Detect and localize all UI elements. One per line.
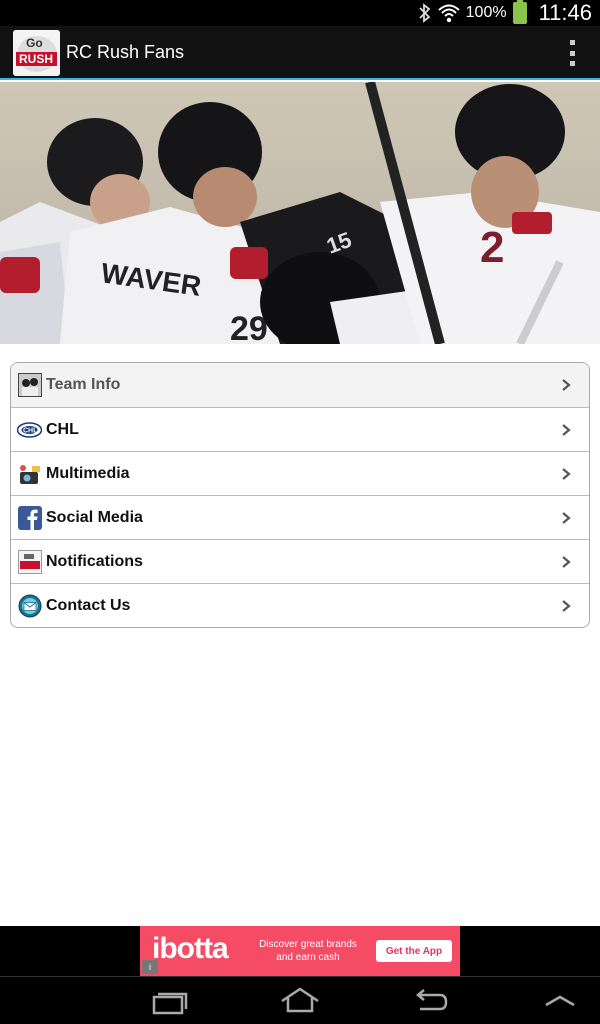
menu-item-notifications[interactable]: Notifications <box>11 539 589 583</box>
menu-item-label: Contact Us <box>46 596 131 614</box>
overflow-menu-icon[interactable] <box>568 40 576 66</box>
svg-text:CHL: CHL <box>23 427 38 434</box>
recent-apps-icon[interactable] <box>150 985 190 1017</box>
chevron-right-icon <box>562 468 571 480</box>
multimedia-icon <box>17 461 42 486</box>
ad-tagline-line1: Discover great brands <box>259 939 357 950</box>
battery-percent: 100% <box>465 4 507 21</box>
ad-banner[interactable]: ibotta Discover great brands and earn ca… <box>140 926 460 976</box>
team-photo-icon <box>17 373 42 398</box>
app-title: RC Rush Fans <box>66 42 185 62</box>
bluetooth-icon <box>419 3 431 23</box>
ad-tagline-line2: and earn cash <box>276 952 340 963</box>
menu-item-chl[interactable]: CHL CHL <box>11 407 589 451</box>
action-bar: Go RUSH RC Rush Fans <box>0 26 600 80</box>
chevron-right-icon <box>562 379 571 391</box>
hero-image: WAVER 29 15 2 <box>0 82 600 344</box>
chevron-right-icon <box>562 556 571 568</box>
chl-logo-icon: CHL <box>17 417 42 442</box>
home-icon[interactable] <box>280 985 320 1017</box>
menu-item-label: Team Info <box>46 376 121 393</box>
system-nav-bar <box>0 976 600 1024</box>
facebook-icon <box>17 505 42 530</box>
chevron-up-icon[interactable] <box>540 985 580 1017</box>
menu-item-team-info[interactable]: Team Info <box>11 363 589 407</box>
menu-item-social-media[interactable]: Social Media <box>11 495 589 539</box>
clock: 11:46 <box>538 0 592 25</box>
ad-brand: ibotta <box>152 932 229 965</box>
ad-bar: ibotta Discover great brands and earn ca… <box>0 926 600 976</box>
back-icon[interactable] <box>410 985 450 1017</box>
jersey-number: 2 <box>480 223 504 272</box>
logo-text-go: Go <box>26 36 43 50</box>
main-menu: Team Info CHL CHL Multimedia Social Medi… <box>10 362 590 628</box>
status-bar: 100% 11:46 <box>0 0 600 26</box>
wifi-icon <box>437 4 460 23</box>
menu-item-label: Notifications <box>46 552 143 570</box>
chevron-right-icon <box>562 600 571 612</box>
go-rush-icon <box>17 549 42 574</box>
menu-item-label: CHL <box>46 420 79 438</box>
chevron-right-icon <box>562 512 571 524</box>
chevron-right-icon <box>562 424 571 436</box>
menu-item-label: Social Media <box>46 508 143 526</box>
menu-item-label: Multimedia <box>46 464 130 482</box>
ad-tagline: Discover great brands and earn cash <box>248 938 368 964</box>
ad-cta-button[interactable]: Get the App <box>376 940 452 962</box>
menu-item-multimedia[interactable]: Multimedia <box>11 451 589 495</box>
logo-text-rush: RUSH <box>19 52 53 66</box>
contact-email-icon <box>17 593 42 618</box>
ad-info-icon[interactable]: i <box>142 960 158 974</box>
battery-icon <box>512 0 527 24</box>
app-logo[interactable]: Go RUSH <box>13 30 60 76</box>
menu-item-contact-us[interactable]: Contact Us <box>11 583 589 627</box>
